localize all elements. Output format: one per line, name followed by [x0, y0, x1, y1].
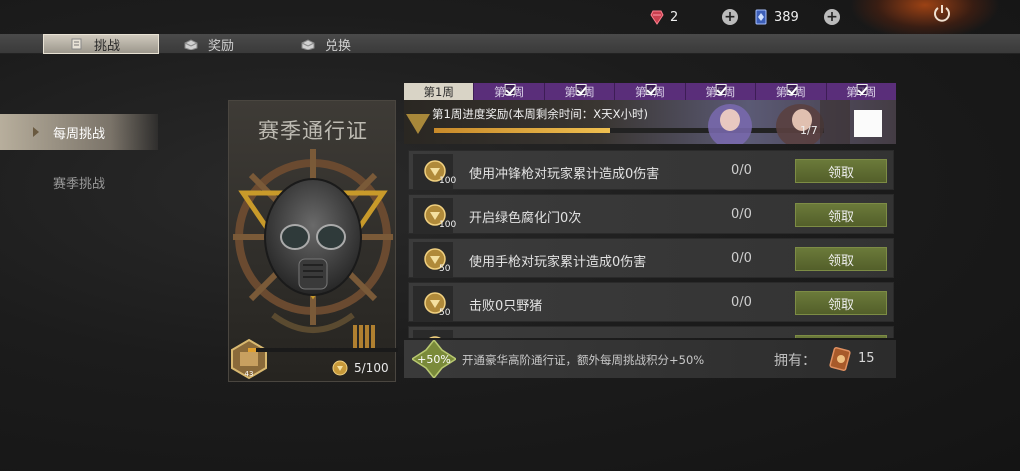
main-tabs: 挑战 奖励 兑换 [0, 34, 1020, 54]
scroll-icon [71, 38, 82, 50]
claim-button[interactable]: 领取 [795, 203, 887, 227]
ruby-gem-icon [650, 10, 664, 25]
task-description: 使用手枪对玩家累计造成0伤害 [469, 255, 647, 270]
own-value: 15 [858, 351, 875, 366]
reward-icon-box [413, 330, 453, 338]
top-bar: 2 + 389 + [0, 0, 1020, 40]
task-reward: 100 [439, 176, 457, 186]
ticket-counter: 389 [754, 9, 799, 25]
claim-button[interactable]: 领取 [795, 291, 887, 315]
task-description: 击败0只野猪 [469, 299, 543, 314]
pass-points: 5/100 [332, 360, 389, 376]
svg-text:43: 43 [245, 370, 254, 378]
pass-progress-fill [248, 348, 256, 352]
check-icon [504, 84, 516, 95]
task-reward: 50 [439, 264, 451, 274]
tab-exchange[interactable]: 兑换 [301, 34, 351, 54]
power-icon [934, 5, 950, 22]
tab-challenge[interactable]: 挑战 [43, 34, 159, 54]
tab-label: 兑换 [325, 38, 352, 54]
crystal-card-icon [755, 9, 767, 25]
gold-coin-icon [332, 360, 348, 376]
claim-button[interactable]: 领取 [795, 247, 887, 271]
pass-progress-bar [248, 348, 398, 352]
banner-text: 第1周进度奖励(本周剩余时间：X天X小时) [432, 107, 649, 121]
task-description: 开启绿色腐化门0次 [469, 211, 582, 226]
pass-ticket-icon [829, 346, 851, 372]
check-icon [786, 84, 798, 95]
task-reward: 100 [439, 220, 457, 230]
task-progress: 0/0 [731, 207, 752, 222]
claim-button[interactable]: 领取 [795, 335, 887, 338]
gem-counter: 2 [650, 9, 678, 25]
reward-icon-box: 100 [413, 198, 457, 234]
task-row: 领取 [408, 326, 894, 338]
week-tab-6[interactable]: 第6周 [756, 83, 827, 100]
banner-fraction: 1/7 [800, 124, 818, 137]
task-row: 100 开启绿色腐化门0次 0/0 领取 [408, 194, 894, 234]
banner-progress-fill [434, 128, 610, 133]
reward-icon-box: 100 [413, 154, 457, 190]
check-icon [575, 84, 587, 95]
week-tab-1[interactable]: 第1周 [404, 83, 475, 100]
week-tabs: 第1周 第2周 第3周 第4周 第5周 第6周 第7周 [404, 83, 896, 100]
nav-label: 每周挑战 [52, 126, 105, 142]
week-tab-5[interactable]: 第5周 [686, 83, 757, 100]
ticket-count: 389 [774, 9, 799, 25]
week-tab-7[interactable]: 第7周 [827, 83, 896, 100]
week-tab-4[interactable]: 第4周 [615, 83, 686, 100]
rank-badge-icon: 43 [231, 338, 267, 380]
tab-label: 挑战 [94, 38, 121, 54]
week-tab-2[interactable]: 第2周 [474, 83, 545, 100]
nav-weekly-challenge[interactable]: 每周挑战 [0, 114, 158, 150]
week-label: 第1周 [423, 84, 454, 99]
chevron-emblem-icon [406, 114, 430, 134]
tab-reward[interactable]: 奖励 [184, 34, 234, 54]
reward-box[interactable] [854, 110, 882, 137]
week-tab-3[interactable]: 第3周 [545, 83, 616, 100]
task-row: 50 使用手枪对玩家累计造成0伤害 0/0 领取 [408, 238, 894, 278]
bonus-badge-text: +50% [417, 353, 451, 366]
reward-icon-box: 50 [413, 286, 453, 322]
characters-art-icon [708, 100, 850, 144]
power-button[interactable] [926, 0, 958, 26]
add-ticket-button[interactable]: + [824, 9, 840, 25]
nav-season-challenge[interactable]: 赛季挑战 [0, 164, 158, 200]
bonus-text: 开通豪华高阶通行证，额外每周挑战积分+50% [462, 353, 705, 367]
nav-label: 赛季挑战 [52, 176, 105, 192]
bonus-badge[interactable]: +50% [412, 340, 456, 378]
gold-coin-icon [429, 336, 441, 338]
task-progress: 0/0 [731, 163, 752, 178]
task-row: 100 使用冲锋枪对玩家累计造成0伤害 0/0 领取 [408, 150, 894, 190]
arrow-right-icon [33, 127, 39, 137]
task-list[interactable]: 100 使用冲锋枪对玩家累计造成0伤害 0/0 领取 100 开启绿色腐化门0次… [404, 146, 896, 338]
own-label: 拥有： [774, 353, 816, 369]
task-description: 使用冲锋枪对玩家累计造成0伤害 [469, 167, 660, 182]
check-icon [856, 84, 868, 95]
task-reward: 50 [439, 308, 451, 318]
add-gem-button[interactable]: + [722, 9, 738, 25]
claim-button[interactable]: 领取 [795, 159, 887, 183]
check-icon [645, 84, 657, 95]
tab-label: 奖励 [208, 38, 235, 54]
pass-title: 赛季通行证 [258, 119, 368, 143]
check-icon [715, 84, 727, 95]
exchange-icon [301, 39, 315, 50]
task-progress: 0/0 [731, 251, 752, 266]
pass-points-value: 5/100 [354, 361, 389, 375]
reward-icon-box: 50 [413, 242, 453, 278]
task-row: 50 击败0只野猪 0/0 领取 [408, 282, 894, 322]
task-progress: 0/0 [731, 295, 752, 310]
chest-icon [184, 39, 198, 50]
gem-count: 2 [670, 9, 679, 25]
